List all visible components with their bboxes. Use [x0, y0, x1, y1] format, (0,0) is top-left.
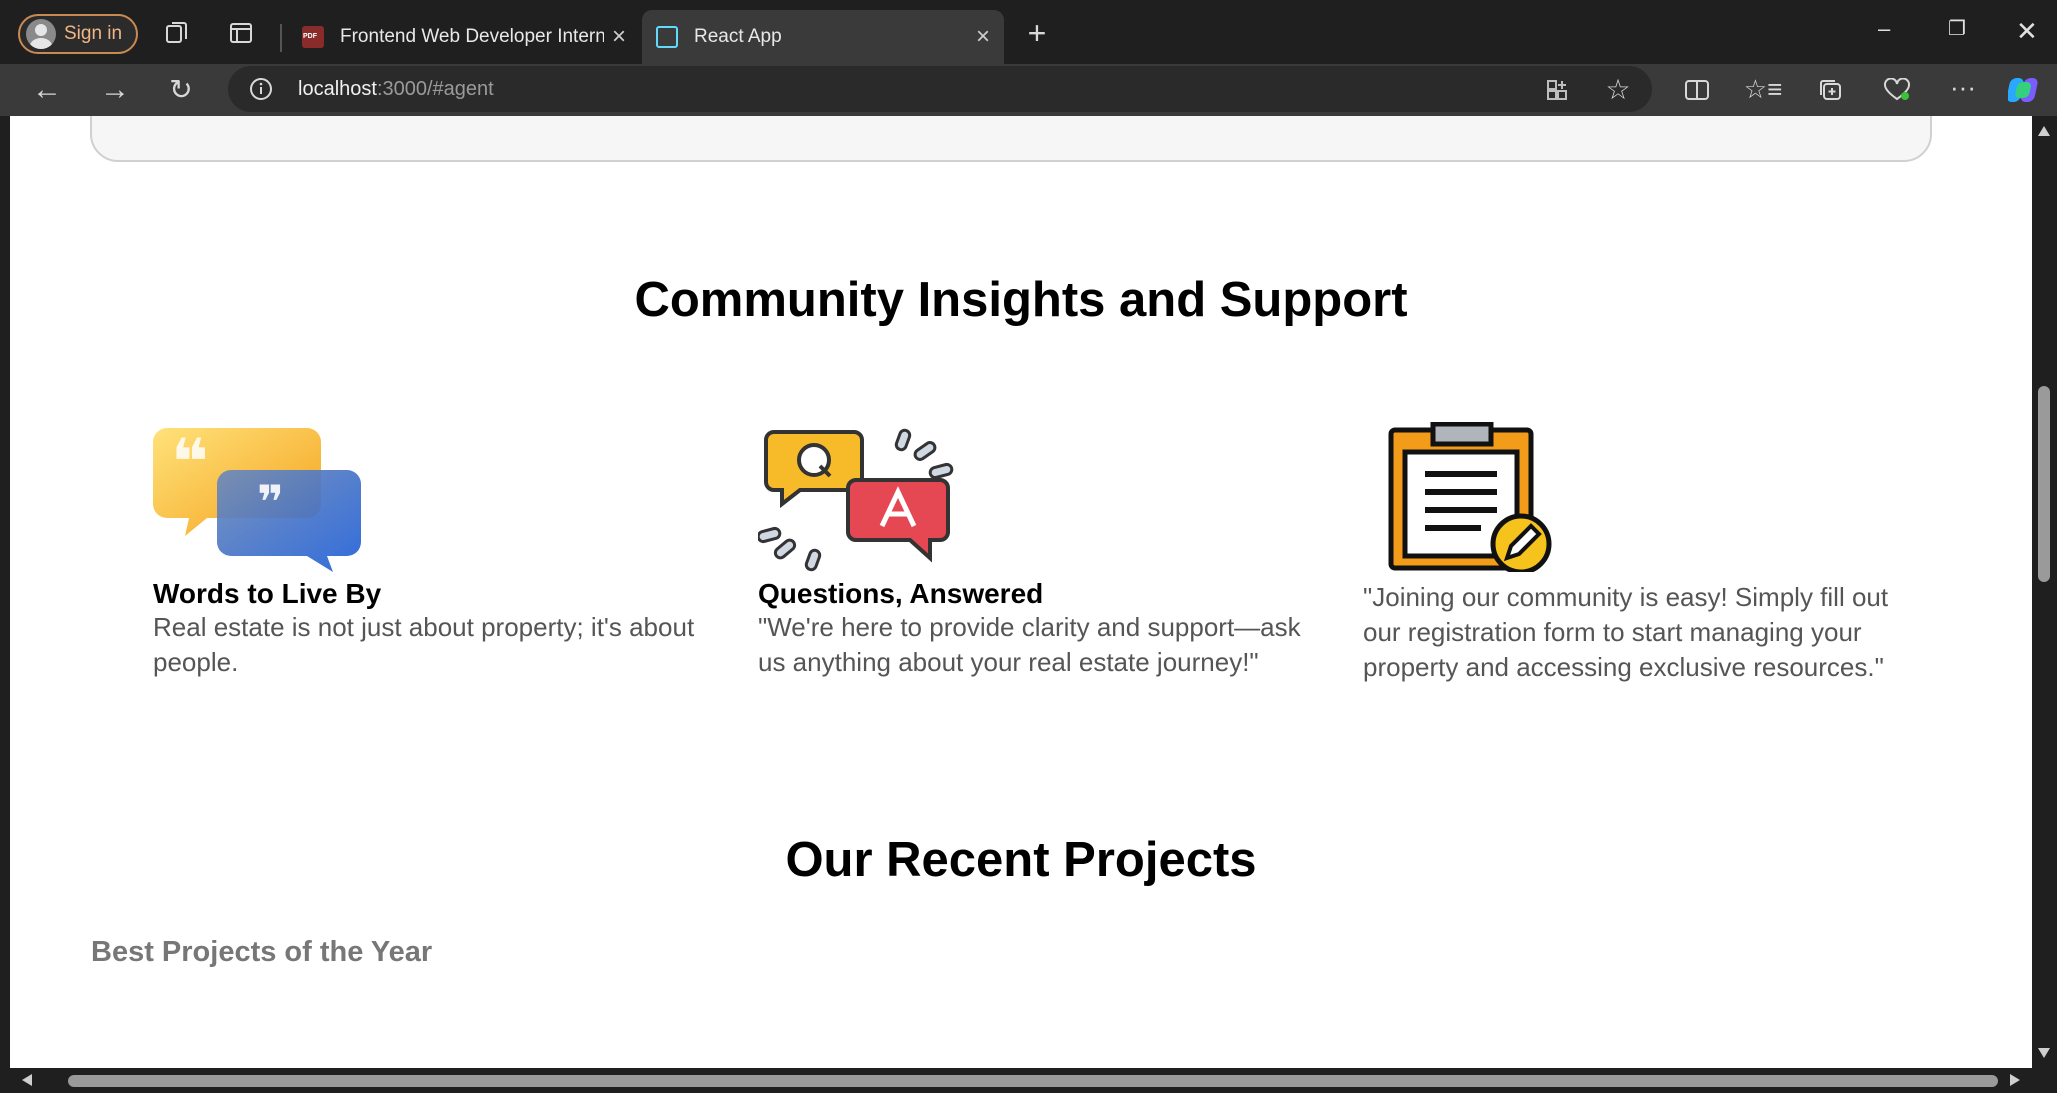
browser-essentials-icon[interactable] [1882, 76, 1912, 104]
card-text: "Joining our community is easy! Simply f… [1363, 582, 1889, 682]
insight-card-join: "Joining our community is easy! Simply f… [1363, 421, 1923, 685]
url-host: localhost [298, 78, 377, 100]
scroll-left-icon[interactable] [22, 1074, 32, 1086]
insight-card-words: ❝ ❞ Words to Live By Real estate is not … [153, 422, 713, 680]
pdf-icon [302, 26, 324, 48]
card-text: Real estate is not just about property; … [153, 612, 695, 677]
close-icon[interactable]: × [612, 23, 626, 51]
copilot-icon[interactable] [2008, 72, 2044, 108]
tab-title: Frontend Web Developer Internsh [340, 26, 604, 47]
tab-title: React App [694, 26, 782, 47]
previous-section-card [90, 116, 1932, 162]
tab-frontend-internship[interactable]: Frontend Web Developer Internsh × [288, 10, 640, 64]
quote-bubbles-icon: ❝ ❞ [153, 422, 373, 572]
site-info-icon[interactable] [248, 76, 274, 102]
profile-sign-in-button[interactable]: Sign in [18, 14, 139, 54]
browser-titlebar: Sign in Frontend Web Developer Internsh … [0, 0, 2057, 64]
clipboard-edit-icon [1363, 421, 1583, 575]
workspaces-icon[interactable] [162, 18, 192, 48]
minimize-icon[interactable]: – [1878, 16, 1890, 42]
svg-text:❞: ❞ [257, 475, 284, 529]
sign-in-label: Sign in [64, 23, 123, 44]
window-close-icon[interactable]: ✕ [2016, 16, 2038, 47]
card-heading: Words to Live By [153, 578, 382, 609]
collections-icon[interactable] [1816, 76, 1846, 104]
scroll-right-icon[interactable] [2010, 1074, 2020, 1086]
tab-strip: Sign in Frontend Web Developer Internsh … [0, 8, 2057, 64]
address-toolbar: ← → ↻ localhost:3000/#agent ☆ ☆≡ ··· [0, 64, 2057, 116]
recent-projects-title: Our Recent Projects [785, 833, 1257, 887]
favorite-star-icon[interactable]: ☆ [1604, 76, 1632, 104]
card-text: "We're here to provide clarity and suppo… [758, 612, 1301, 677]
tab-separator [280, 24, 282, 52]
community-insights-title: Community Insights and Support [634, 273, 1408, 327]
page-viewport: Community Insights and Support ❝ ❞ Words… [10, 116, 2032, 1068]
url-path: :3000/#agent [376, 78, 494, 100]
reload-icon[interactable]: ↻ [164, 76, 198, 104]
app-available-icon[interactable] [1544, 77, 1570, 103]
avatar-icon [26, 19, 56, 49]
scroll-up-icon[interactable] [2038, 126, 2050, 136]
restore-icon[interactable]: ❐ [1948, 16, 1966, 41]
horizontal-scroll-thumb[interactable] [68, 1075, 1998, 1087]
svg-text:❝: ❝ [171, 426, 209, 500]
tab-actions-icon[interactable] [226, 18, 256, 48]
forward-icon[interactable]: → [98, 75, 132, 105]
address-bar[interactable]: localhost:3000/#agent ☆ [228, 66, 1652, 112]
vertical-scroll-thumb[interactable] [2038, 386, 2050, 582]
horizontal-scrollbar[interactable] [0, 1068, 2057, 1093]
split-screen-icon[interactable] [1682, 76, 1712, 104]
new-tab-icon[interactable]: + [1022, 17, 1052, 49]
back-icon[interactable]: ← [30, 75, 64, 105]
react-icon [656, 26, 678, 48]
card-heading: Questions, Answered [758, 578, 1044, 609]
vertical-scrollbar[interactable] [2032, 116, 2057, 1068]
close-icon[interactable]: × [976, 23, 990, 51]
scroll-down-icon[interactable] [2038, 1048, 2050, 1058]
more-menu-icon[interactable]: ··· [1948, 72, 1978, 102]
best-projects-subtitle: Best Projects of the Year [91, 936, 433, 968]
qa-bubbles-icon [756, 422, 978, 572]
url-text: localhost:3000/#agent [298, 78, 494, 101]
insight-card-questions: Questions, Answered "We're here to provi… [756, 422, 1318, 680]
tab-react-app[interactable]: React App × [642, 10, 1004, 64]
favorites-list-icon[interactable]: ☆≡ [1744, 74, 1782, 104]
